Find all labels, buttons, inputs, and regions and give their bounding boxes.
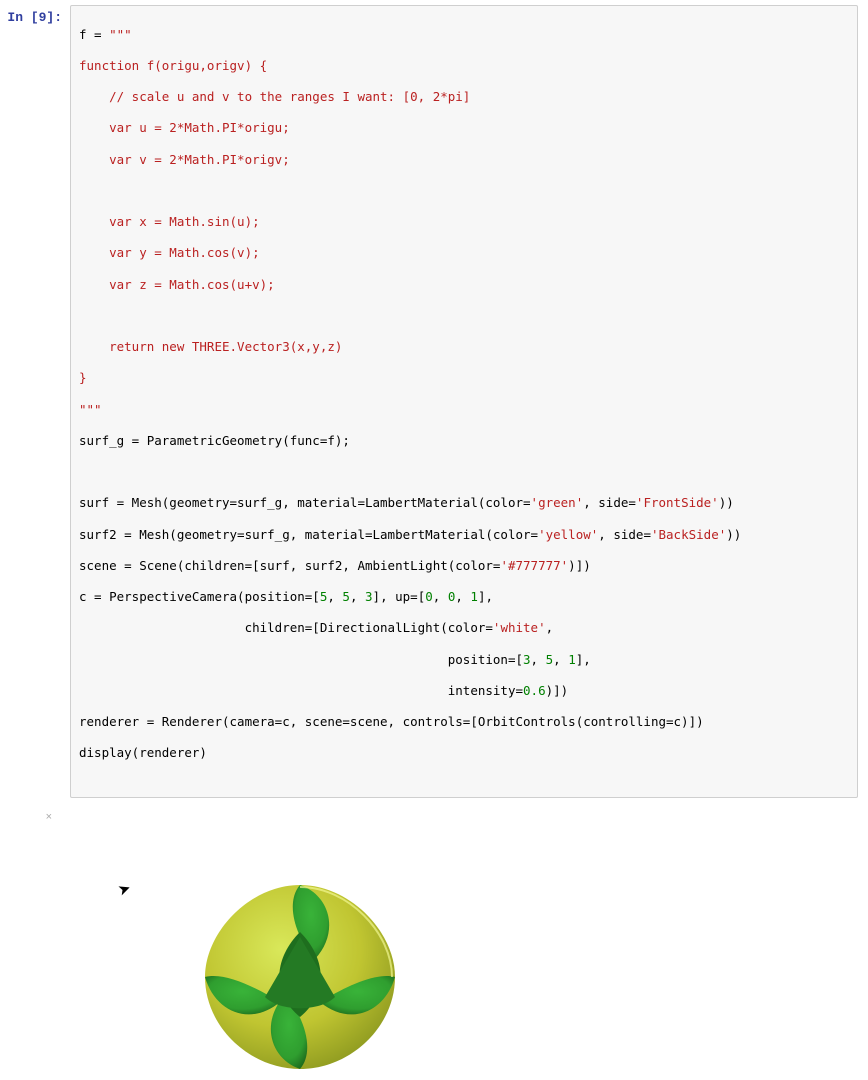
code-input[interactable]: f = """ function f(origu,origv) { // sca… (70, 5, 858, 798)
close-icon[interactable]: × (46, 811, 52, 823)
code-line: var v = 2*Math.PI*origv; (79, 152, 849, 168)
code-line: // scale u and v to the ranges I want: [… (79, 89, 849, 105)
code-line: surf2 = Mesh(geometry=surf_g, material=L… (79, 527, 849, 543)
input-prompt: In [9]: (0, 5, 70, 798)
code-line (79, 183, 849, 199)
cursor-icon: ➤ (115, 879, 133, 900)
code-line: surf = Mesh(geometry=surf_g, material=La… (79, 495, 849, 511)
code-line: children=[DirectionalLight(color='white'… (79, 620, 849, 636)
threejs-renderer-output[interactable]: ➤ (70, 807, 858, 1067)
code-line: position=[3, 5, 1], (79, 652, 849, 668)
code-line: display(renderer) (79, 745, 849, 761)
code-line: var z = Math.cos(u+v); (79, 277, 849, 293)
code-line: scene = Scene(children=[surf, surf2, Amb… (79, 558, 849, 574)
code-cell: In [9]: f = """ function f(origu,origv) … (0, 0, 868, 803)
output-prompt: × (0, 807, 70, 1067)
parametric-surface-render[interactable] (200, 877, 400, 1077)
code-line: intensity=0.6)]) (79, 683, 849, 699)
code-line (79, 308, 849, 324)
code-line: var u = 2*Math.PI*origu; (79, 120, 849, 136)
code-line: var y = Math.cos(v); (79, 245, 849, 261)
code-line: f = """ (79, 27, 849, 43)
output-cell: × ➤ (0, 803, 868, 1071)
code-line: surf_g = ParametricGeometry(func=f); (79, 433, 849, 449)
code-line (79, 464, 849, 480)
code-line: function f(origu,origv) { (79, 58, 849, 74)
code-line: var x = Math.sin(u); (79, 214, 849, 230)
code-line: c = PerspectiveCamera(position=[5, 5, 3]… (79, 589, 849, 605)
code-line: return new THREE.Vector3(x,y,z) (79, 339, 849, 355)
code-line: } (79, 370, 849, 386)
code-line: """ (79, 402, 849, 418)
code-line: renderer = Renderer(camera=c, scene=scen… (79, 714, 849, 730)
